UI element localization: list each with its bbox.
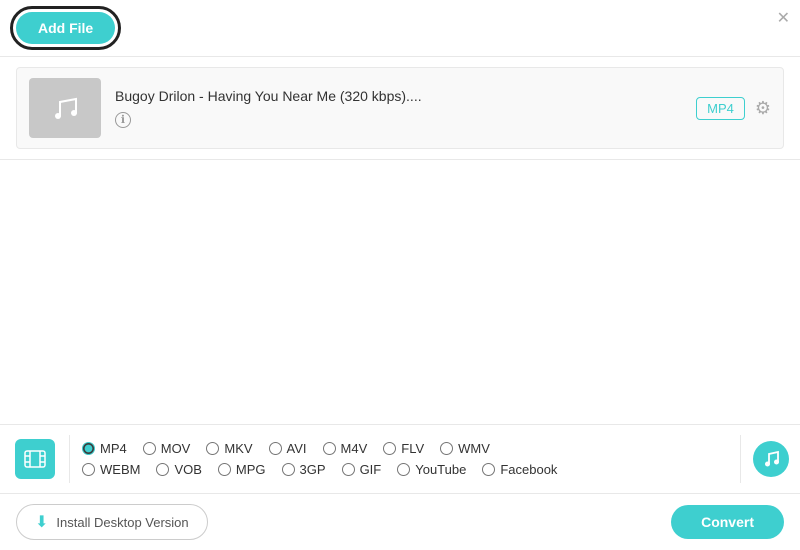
radio-youtube[interactable] — [397, 463, 410, 476]
radio-avi[interactable] — [269, 442, 282, 455]
format-option-mov[interactable]: MOV — [143, 441, 191, 456]
install-label: Install Desktop Version — [56, 515, 188, 530]
radio-webm[interactable] — [82, 463, 95, 476]
format-option-wmv[interactable]: WMV — [440, 441, 490, 456]
radio-mp4[interactable] — [82, 442, 95, 455]
format-option-youtube[interactable]: YouTube — [397, 462, 466, 477]
format-options-grid: MP4 MOV MKV AVI M4V — [70, 435, 740, 483]
format-option-mpg[interactable]: MPG — [218, 462, 266, 477]
format-option-m4v[interactable]: M4V — [323, 441, 368, 456]
radio-vob[interactable] — [156, 463, 169, 476]
add-file-button[interactable]: Add File — [16, 12, 115, 44]
radio-mov[interactable] — [143, 442, 156, 455]
format-option-avi[interactable]: AVI — [269, 441, 307, 456]
format-option-mkv[interactable]: MKV — [206, 441, 252, 456]
film-icon — [15, 439, 55, 479]
top-bar: Add File ✕ — [0, 0, 800, 57]
format-icon-area — [0, 435, 70, 483]
file-list: Bugoy Drilon - Having You Near Me (320 k… — [0, 57, 800, 160]
format-option-flv[interactable]: FLV — [383, 441, 424, 456]
info-icon[interactable]: ℹ — [115, 112, 131, 128]
convert-button[interactable]: Convert — [671, 505, 784, 539]
format-badge[interactable]: MP4 — [696, 97, 745, 120]
format-option-gif[interactable]: GIF — [342, 462, 382, 477]
radio-3gp[interactable] — [282, 463, 295, 476]
music-note-icon — [753, 441, 789, 477]
radio-gif[interactable] — [342, 463, 355, 476]
settings-button[interactable]: ⚙ — [755, 98, 771, 119]
radio-wmv[interactable] — [440, 442, 453, 455]
music-note-svg — [761, 449, 781, 469]
file-name: Bugoy Drilon - Having You Near Me (320 k… — [115, 88, 696, 104]
music-thumb-icon — [47, 90, 83, 126]
format-option-facebook[interactable]: Facebook — [482, 462, 557, 477]
format-row-2: WEBM VOB MPG 3GP GIF — [82, 462, 728, 477]
download-icon: ⬇ — [35, 512, 48, 532]
format-option-3gp[interactable]: 3GP — [282, 462, 326, 477]
radio-mkv[interactable] — [206, 442, 219, 455]
format-option-vob[interactable]: VOB — [156, 462, 201, 477]
file-item: Bugoy Drilon - Having You Near Me (320 k… — [16, 67, 784, 149]
format-selector: MP4 MOV MKV AVI M4V — [0, 424, 800, 493]
music-side-icon-area[interactable] — [740, 435, 800, 483]
close-button[interactable]: ✕ — [777, 8, 790, 28]
radio-facebook[interactable] — [482, 463, 495, 476]
format-row-1: MP4 MOV MKV AVI M4V — [82, 441, 728, 456]
radio-flv[interactable] — [383, 442, 396, 455]
bottom-bar: MP4 MOV MKV AVI M4V — [0, 424, 800, 550]
format-option-mp4[interactable]: MP4 — [82, 441, 127, 456]
action-bar: ⬇ Install Desktop Version Convert — [0, 493, 800, 550]
file-thumbnail — [29, 78, 101, 138]
file-actions: MP4 ⚙ — [696, 97, 771, 120]
radio-mpg[interactable] — [218, 463, 231, 476]
radio-m4v[interactable] — [323, 442, 336, 455]
format-option-webm[interactable]: WEBM — [82, 462, 140, 477]
film-svg — [24, 448, 46, 470]
file-info: Bugoy Drilon - Having You Near Me (320 k… — [115, 88, 696, 128]
main-content — [0, 160, 800, 360]
install-desktop-button[interactable]: ⬇ Install Desktop Version — [16, 504, 208, 540]
